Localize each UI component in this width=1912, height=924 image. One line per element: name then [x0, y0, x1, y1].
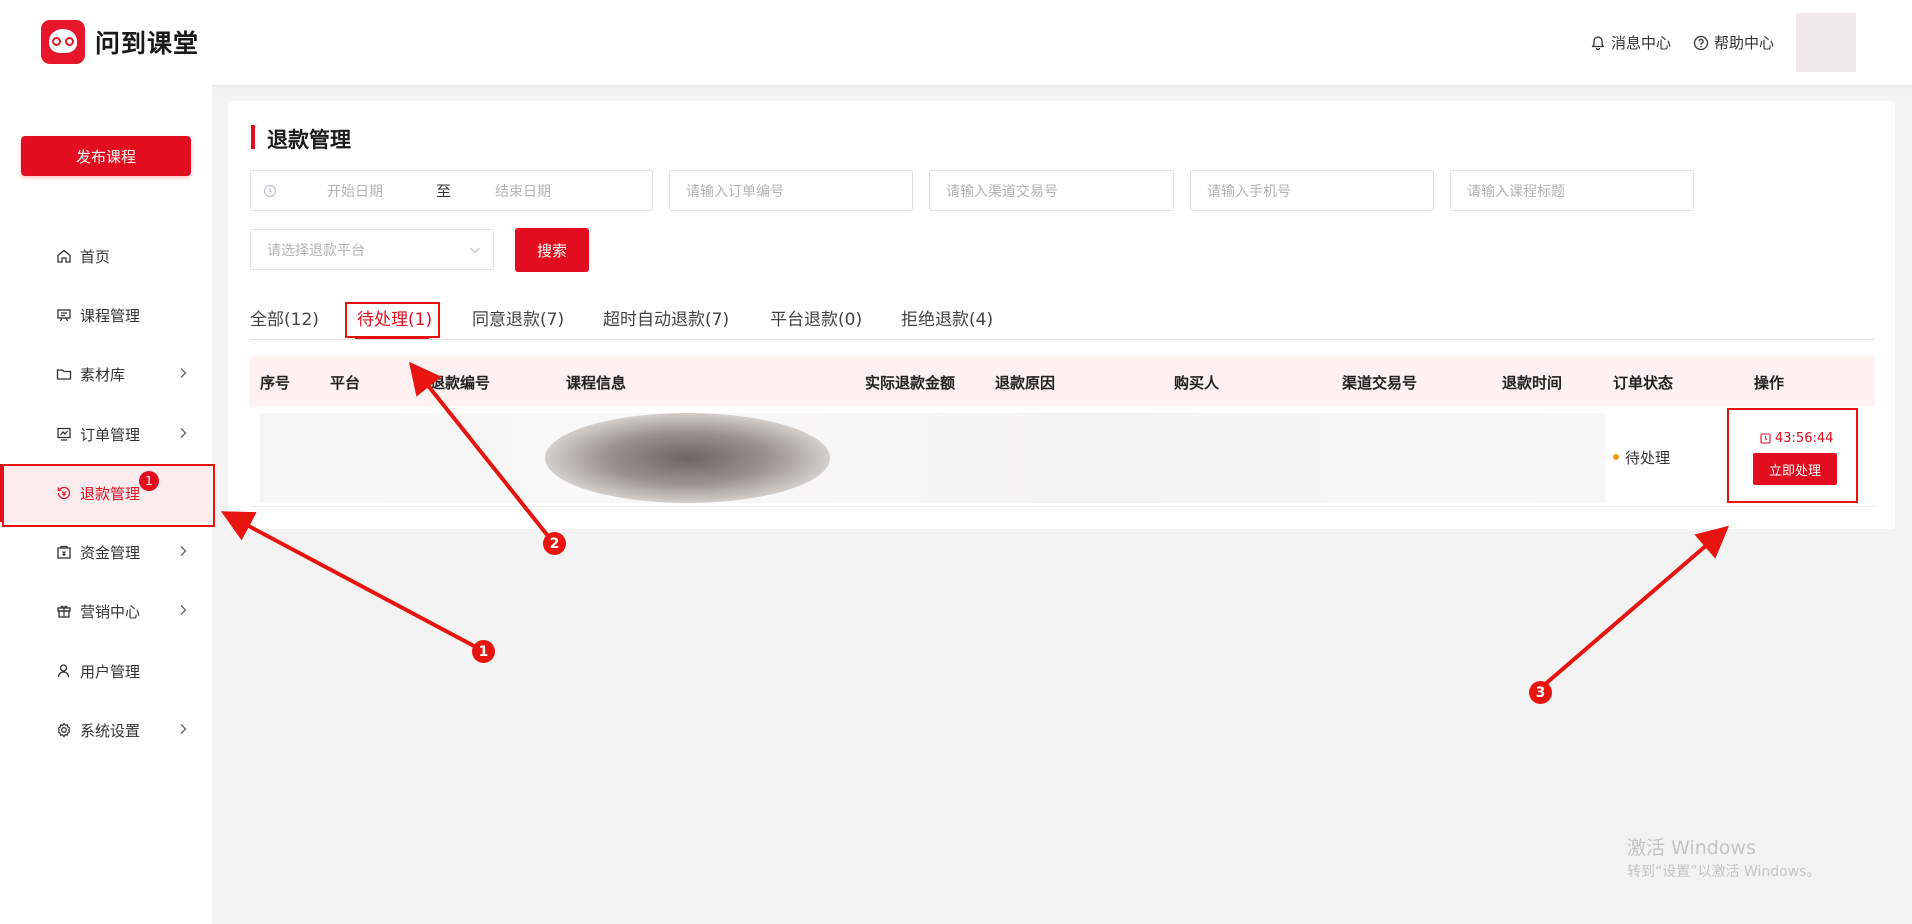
windows-activation-title: 激活 Windows	[1627, 837, 1756, 859]
windows-activation-subtitle: 转到“设置”以激活 Windows。	[1627, 864, 1821, 880]
arrow-to-refunds	[220, 511, 475, 648]
annotation-marker-2: 2	[543, 532, 566, 555]
annotation-marker-1: 1	[472, 640, 495, 663]
annotation-arrows	[220, 361, 1730, 688]
annotation-marker-3: 3	[1529, 681, 1552, 704]
arrow-to-action	[1541, 525, 1730, 688]
arrow-to-pending-tab	[409, 361, 550, 538]
